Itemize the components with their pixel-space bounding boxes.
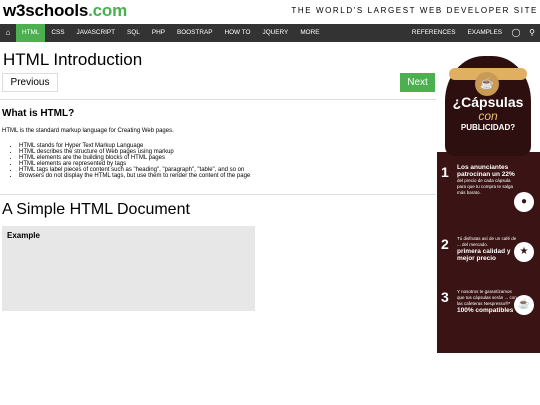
ad-step-text: Y nosotros te garantizamos que tus cápsu… bbox=[457, 289, 517, 314]
nav-css[interactable]: CSS bbox=[45, 24, 70, 42]
intro-text: HTML is the standard markup language for… bbox=[2, 128, 174, 134]
previous-button[interactable]: Previous bbox=[2, 73, 58, 92]
nav-references[interactable]: REFERENCES bbox=[406, 24, 462, 42]
ad-title-line2: con bbox=[478, 109, 498, 123]
quality-seal-icon: ★ bbox=[514, 242, 534, 262]
top-nav: ⌂ HTML CSS JAVASCRIPT SQL PHP BOOSTRAP H… bbox=[0, 24, 540, 42]
piggy-bank-icon: ● bbox=[514, 192, 534, 212]
ad-step-body: Y nosotros te garantizamos que tus cápsu… bbox=[457, 289, 517, 306]
example-label: Example bbox=[7, 231, 40, 240]
nav-php[interactable]: PHP bbox=[146, 24, 171, 42]
ad-step-number: 3 bbox=[441, 289, 449, 305]
coffee-cup-icon: ☕ bbox=[514, 295, 534, 315]
ad-step-number: 1 bbox=[441, 164, 449, 180]
next-button[interactable]: Next bbox=[400, 73, 435, 92]
ad-title: ¿Cápsulas con PUBLICIDAD? bbox=[443, 95, 533, 133]
nav-examples[interactable]: EXAMPLES bbox=[462, 24, 508, 42]
coffee-logo-icon: ☕ bbox=[475, 72, 499, 96]
ad-title-line1: ¿Cápsulas bbox=[452, 94, 524, 110]
nav-html[interactable]: HTML bbox=[16, 24, 46, 42]
ad-step-text: Tú disfrutas así de un café de ... del m… bbox=[457, 236, 517, 262]
w3schools-logo[interactable]: w3schools.com bbox=[3, 1, 127, 21]
ad-step-number: 2 bbox=[441, 236, 449, 252]
list-item: Browsers do not display the HTML tags, b… bbox=[19, 173, 250, 179]
example-box: Example bbox=[2, 226, 255, 311]
nav-more[interactable]: MORE bbox=[294, 24, 325, 42]
ad-step-2: 2 Tú disfrutas así de un café de ... del… bbox=[441, 236, 536, 276]
html-facts-list: HTML stands for Hyper Text Markup Langua… bbox=[19, 143, 250, 180]
page-title: HTML Introduction bbox=[3, 50, 143, 69]
globe-icon[interactable]: ◯ bbox=[508, 24, 524, 42]
home-icon[interactable]: ⌂ bbox=[0, 24, 16, 42]
doc-heading: A Simple HTML Document bbox=[2, 201, 190, 218]
ad-step-3: 3 Y nosotros te garantizamos que tus cáp… bbox=[441, 289, 536, 339]
ad-step-text: Los anunciantes patrocinan un 22% del pre… bbox=[457, 164, 517, 196]
search-icon[interactable]: ⚲ bbox=[524, 24, 540, 42]
section-heading: What is HTML? bbox=[2, 108, 75, 119]
advertisement-banner[interactable]: ☕ ¿Cápsulas con PUBLICIDAD? 1 Los anunci… bbox=[437, 52, 540, 353]
divider bbox=[0, 99, 436, 100]
ad-step-highlight: primera calidad y mejor precio bbox=[457, 248, 511, 262]
nav-sql[interactable]: SQL bbox=[121, 24, 146, 42]
divider bbox=[0, 194, 436, 195]
nav-jquery[interactable]: JQUERY bbox=[257, 24, 295, 42]
ad-step-highlight: Los anunciantes patrocinan un 22% bbox=[457, 164, 515, 178]
ad-header-bg: ☕ ¿Cápsulas con PUBLICIDAD? bbox=[437, 52, 540, 156]
logo-com: .com bbox=[88, 1, 128, 20]
nav-bootstrap[interactable]: BOOSTRAP bbox=[171, 24, 219, 42]
logo-text: w3schools bbox=[3, 1, 89, 20]
ad-step-highlight: 100% compatibles bbox=[457, 307, 514, 314]
ad-step-body: del precio de cada cápsula para que tu c… bbox=[457, 178, 514, 195]
header: w3schools.com THE WORLD'S LARGEST WEB DE… bbox=[0, 0, 540, 24]
ad-step-body: Tú disfrutas así de un café de ... del m… bbox=[457, 236, 517, 247]
site-tagline: THE WORLD'S LARGEST WEB DEVELOPER SITE bbox=[291, 6, 538, 15]
ad-title-line3: PUBLICIDAD? bbox=[460, 123, 516, 132]
nav-javascript[interactable]: JAVASCRIPT bbox=[71, 24, 121, 42]
nav-how-to[interactable]: HOW TO bbox=[218, 24, 256, 42]
ad-step-1: 1 Los anunciantes patrocinan un 22% del p… bbox=[441, 164, 536, 214]
